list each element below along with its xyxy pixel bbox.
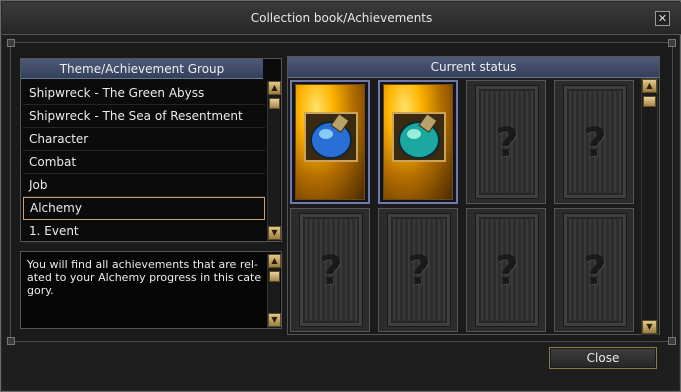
scroll-down-arrow-icon[interactable]: ▼ — [268, 313, 281, 327]
potion-blue-icon — [304, 112, 358, 162]
locked-card-back: ? — [475, 85, 539, 199]
group-list-items: Shipwreck - The Green Abyss Shipwreck - T… — [23, 82, 265, 243]
group-list-item[interactable]: Job — [23, 174, 265, 197]
close-button[interactable]: Close — [549, 347, 657, 369]
scroll-thumb[interactable] — [643, 96, 656, 107]
frame-corner — [7, 337, 15, 345]
achievement-card-art — [295, 84, 365, 200]
description-scrollbar[interactable]: ▲ ▼ — [267, 254, 281, 328]
achievement-card[interactable]: ? — [378, 208, 458, 332]
achievement-card[interactable] — [290, 80, 370, 204]
achievement-card[interactable]: ? — [554, 80, 634, 204]
title-bar: Collection book/Achievements ✕ — [2, 2, 681, 35]
group-list-item[interactable]: Shipwreck - The Green Abyss — [23, 82, 265, 105]
locked-card-back: ? — [563, 213, 627, 327]
scroll-up-arrow-icon[interactable]: ▲ — [642, 79, 657, 93]
scroll-down-arrow-icon[interactable]: ▼ — [642, 320, 657, 334]
group-list-item[interactable]: Shipwreck - The Sea of Resentment — [23, 105, 265, 128]
potion-teal-icon — [392, 112, 446, 162]
scroll-up-arrow-icon[interactable]: ▲ — [268, 254, 281, 268]
frame-corner — [668, 39, 676, 47]
achievement-card[interactable]: ? — [554, 208, 634, 332]
group-list-item[interactable]: Combat — [23, 151, 265, 174]
question-mark-icon: ? — [495, 120, 519, 166]
description-panel: You will find all achievements that are … — [20, 251, 282, 329]
group-list-header: Theme/Achievement Group — [21, 59, 263, 79]
group-list-item[interactable]: Alchemy — [23, 197, 265, 220]
locked-card-back: ? — [563, 85, 627, 199]
question-mark-icon: ? — [495, 248, 519, 294]
locked-card-back: ? — [387, 213, 451, 327]
achievement-card[interactable]: ? — [290, 208, 370, 332]
close-icon[interactable]: ✕ — [655, 11, 670, 26]
question-mark-icon: ? — [319, 248, 343, 294]
status-scrollbar[interactable]: ▲ ▼ — [641, 78, 658, 335]
achievement-card[interactable]: ? — [466, 80, 546, 204]
scroll-up-arrow-icon[interactable]: ▲ — [268, 81, 281, 95]
question-mark-icon: ? — [583, 120, 607, 166]
locked-card-back: ? — [299, 213, 363, 327]
frame-corner — [7, 39, 15, 47]
achievement-card[interactable]: ? — [466, 208, 546, 332]
group-list-scrollbar[interactable]: ▲ ▼ — [267, 81, 281, 241]
question-mark-icon: ? — [407, 248, 431, 294]
group-list-item[interactable]: 1. Event — [23, 220, 265, 243]
achievement-group-list: Theme/Achievement Group Shipwreck - The … — [20, 58, 282, 243]
achievement-card[interactable] — [378, 80, 458, 204]
description-text: You will find all achievements that are … — [27, 258, 262, 297]
question-mark-icon: ? — [583, 248, 607, 294]
locked-card-back: ? — [475, 213, 539, 327]
current-status-header: Current status — [288, 57, 659, 78]
scroll-down-arrow-icon[interactable]: ▼ — [268, 226, 281, 240]
achievement-card-art — [383, 84, 453, 200]
window-title: Collection book/Achievements — [250, 11, 433, 25]
frame-corner — [668, 337, 676, 345]
scroll-thumb[interactable] — [269, 271, 280, 282]
scroll-thumb[interactable] — [269, 98, 280, 109]
group-list-item[interactable]: Character — [23, 128, 265, 151]
